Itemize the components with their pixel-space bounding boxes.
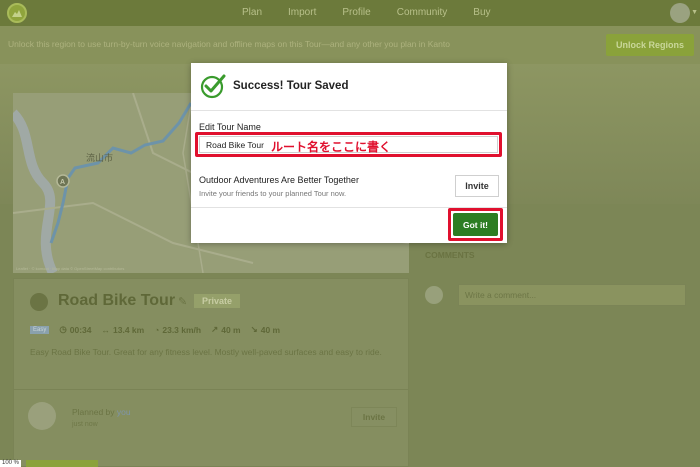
elevation-up-value: 40 m [221, 324, 241, 335]
got-it-highlight: Got it! [448, 208, 503, 241]
elevation-down-value: 40 m [260, 324, 281, 335]
nav-links: Plan Import Profile Community Buy [242, 7, 517, 18]
user-avatar[interactable] [670, 3, 690, 23]
bike-icon [30, 293, 48, 311]
tour-saved-modal: Success! Tour Saved Edit Tour Name ルート名を… [191, 63, 507, 243]
comment-avatar [425, 286, 443, 304]
planned-time: just now [72, 421, 98, 428]
chevron-down-icon[interactable]: ▼ [691, 9, 698, 16]
tour-card: Road Bike Tour ✎ Private Easy ◷ 00:34 ↔ … [13, 278, 409, 467]
card-divider [14, 389, 408, 390]
got-it-button[interactable]: Got it! [453, 213, 498, 236]
nav-buy[interactable]: Buy [473, 7, 490, 18]
modal-header: Success! Tour Saved [191, 63, 507, 111]
svg-text:A: A [60, 179, 65, 186]
distance-icon: ↔ [101, 324, 111, 335]
outdoor-adventures-subtitle: Invite your friends to your planned Tour… [199, 189, 347, 198]
comments-heading: COMMENTS [425, 250, 475, 260]
comment-input[interactable]: Write a comment... [458, 284, 686, 306]
planned-by-prefix: Planned by [72, 407, 115, 417]
outdoor-adventures-title: Outdoor Adventures Are Better Together [199, 175, 359, 185]
tour-title: Road Bike Tour [58, 292, 176, 309]
elevation-down-icon: ↘ [250, 324, 258, 334]
unlock-regions-button[interactable]: Unlock Regions [606, 34, 694, 56]
card-invite-button[interactable]: Invite [351, 407, 397, 427]
elevation-up-icon: ↗ [211, 324, 219, 334]
modal-title: Success! Tour Saved [233, 80, 349, 92]
komoot-logo[interactable] [7, 3, 27, 23]
nav-plan[interactable]: Plan [242, 7, 262, 18]
speed-value: 23.3 km/h [162, 324, 202, 335]
annotation-text: ルート名をここに書く [271, 140, 392, 154]
modal-invite-button[interactable]: Invite [455, 175, 499, 197]
privacy-badge[interactable]: Private [194, 294, 241, 308]
duration-value: 00:34 [69, 324, 92, 335]
speed-icon: ◔ [154, 324, 160, 335]
tour-name-highlight: ルート名をここに書く [195, 132, 502, 157]
banner-text: Unlock this region to use turn-by-turn v… [8, 39, 450, 49]
distance-value: 13.4 km [113, 324, 145, 335]
top-navigation: Plan Import Profile Community Buy ▼ [0, 0, 700, 26]
tour-description: Easy Road Bike Tour. Great for any fitne… [30, 347, 382, 357]
bottom-action-strip[interactable] [26, 460, 98, 467]
planned-by: Planned by you [72, 407, 131, 417]
success-check-icon [200, 74, 226, 99]
mountain-icon [12, 10, 22, 17]
tour-stats: Easy ◷ 00:34 ↔ 13.4 km ◔ 23.3 km/h ↗ 40 … [30, 324, 290, 335]
planner-avatar[interactable] [28, 402, 56, 430]
difficulty-badge: Easy [30, 325, 50, 334]
edit-tour-name-label: Edit Tour Name [199, 122, 261, 132]
nav-import[interactable]: Import [288, 7, 316, 18]
nav-community[interactable]: Community [397, 7, 448, 18]
unlock-banner: Unlock this region to use turn-by-turn v… [0, 26, 700, 64]
nav-profile[interactable]: Profile [342, 7, 370, 18]
planner-link[interactable]: you [117, 407, 131, 417]
edit-pencil-icon[interactable]: ✎ [178, 295, 187, 308]
map-city-label: 流山市 [86, 153, 114, 163]
map-attribution: Leaflet · © komoot · Map data © OpenStre… [16, 266, 125, 271]
clock-icon: ◷ [59, 324, 67, 334]
zoom-indicator: 100 % [0, 460, 22, 467]
